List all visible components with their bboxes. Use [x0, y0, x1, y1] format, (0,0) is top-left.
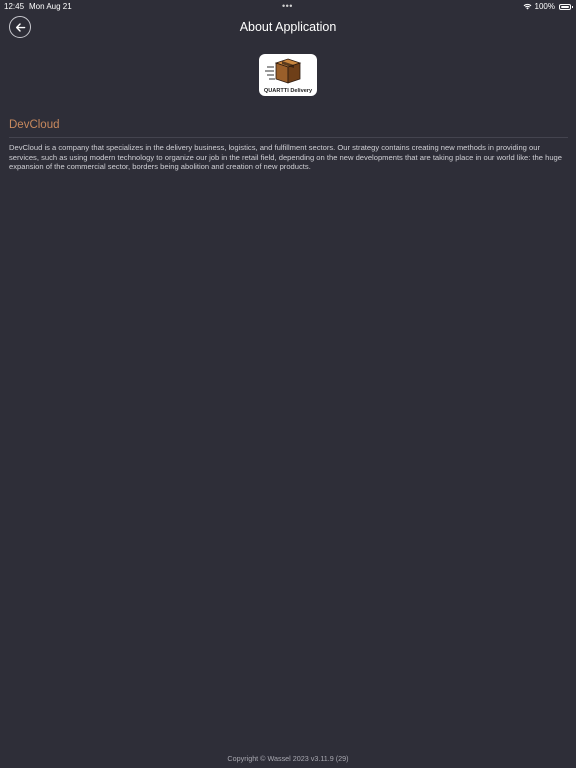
divider — [9, 137, 568, 138]
status-indicators: 100% — [523, 2, 573, 11]
wifi-icon — [523, 3, 531, 10]
battery-percent: 100% — [534, 2, 555, 11]
app-logo: QUARTTI Delivery — [259, 54, 317, 96]
company-name: DevCloud — [9, 119, 60, 131]
copyright-text: Copyright © Wassel 2023 v3.11.9 (29) — [227, 754, 349, 763]
status-date: Mon Aug 21 — [29, 2, 72, 11]
battery-icon — [559, 3, 573, 10]
multitasking-dots-icon[interactable]: ••• — [282, 1, 293, 11]
status-bar: 12:45 Mon Aug 21 ••• 100% — [0, 0, 576, 12]
logo-text: QUARTTI Delivery — [264, 88, 313, 94]
status-time: 12:45 — [4, 2, 25, 11]
delivery-box-logo: QUARTTI Delivery — [264, 58, 313, 94]
company-description: DevCloud is a company that specializes i… — [9, 143, 562, 172]
page-title: About Application — [239, 20, 337, 34]
